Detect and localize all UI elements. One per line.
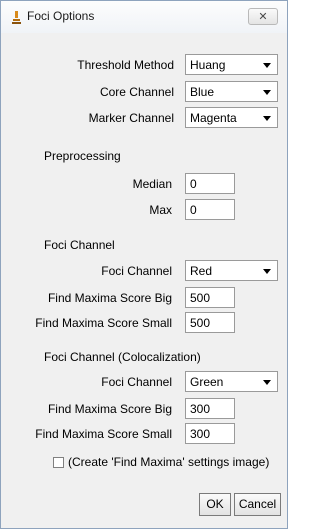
foci-score-big-label: Find Maxima Score Big — [47, 291, 172, 305]
coloc-channel-value: Green — [190, 375, 224, 389]
threshold-method-select[interactable]: Huang — [185, 54, 278, 75]
dialog-body: Threshold Method Huang Core Channel Blue… — [9, 33, 281, 520]
foci-score-small-field[interactable]: 500 — [185, 312, 235, 333]
coloc-score-small-field[interactable]: 300 — [185, 423, 235, 444]
coloc-channel-label: Foci Channel — [101, 375, 172, 389]
chevron-down-icon — [263, 380, 271, 385]
median-field[interactable]: 0 — [185, 173, 235, 194]
coloc-score-big-field[interactable]: 300 — [185, 398, 235, 419]
max-value: 0 — [190, 203, 197, 217]
foci-score-big-value: 500 — [190, 291, 211, 305]
microscope-icon — [12, 11, 21, 24]
coloc-score-big-label: Find Maxima Score Big — [47, 402, 172, 416]
foci-channel-label: Foci Channel — [101, 264, 172, 278]
coloc-heading: Foci Channel (Colocalization) — [44, 350, 201, 364]
marker-channel-select[interactable]: Magenta — [185, 107, 278, 128]
marker-channel-label: Marker Channel — [88, 111, 174, 125]
cancel-button[interactable]: Cancel — [234, 493, 281, 516]
foci-channel-select[interactable]: Red — [185, 260, 278, 281]
marker-channel-value: Magenta — [190, 111, 237, 125]
core-channel-select[interactable]: Blue — [185, 81, 278, 102]
chevron-down-icon — [263, 63, 271, 68]
chevron-down-icon — [263, 116, 271, 121]
median-value: 0 — [190, 177, 197, 191]
foci-channel-value: Red — [190, 264, 213, 278]
core-channel-label: Core Channel — [99, 85, 174, 99]
coloc-channel-select[interactable]: Green — [185, 371, 278, 392]
close-icon: ✕ — [258, 11, 268, 23]
ok-button[interactable]: OK — [199, 493, 231, 516]
settings-image-checkbox[interactable] — [53, 457, 64, 468]
window-title: Foci Options — [27, 9, 95, 23]
foci-score-small-label: Find Maxima Score Small — [35, 316, 172, 330]
chevron-down-icon — [263, 90, 271, 95]
foci-channel-heading: Foci Channel — [44, 238, 115, 252]
settings-image-checkbox-label[interactable]: (Create 'Find Maxima' settings image) — [68, 455, 269, 469]
max-label: Max — [149, 203, 172, 217]
close-button[interactable]: ✕ — [248, 8, 278, 25]
threshold-method-label: Threshold Method — [77, 58, 174, 72]
chevron-down-icon — [263, 269, 271, 274]
coloc-score-big-value: 300 — [190, 402, 211, 416]
foci-score-big-field[interactable]: 500 — [185, 287, 235, 308]
preprocessing-heading: Preprocessing — [44, 149, 121, 163]
foci-score-small-value: 500 — [190, 316, 211, 330]
foci-options-dialog: Foci Options ✕ Threshold Method Huang Co… — [0, 0, 288, 529]
threshold-method-value: Huang — [190, 58, 226, 72]
coloc-score-small-label: Find Maxima Score Small — [35, 427, 172, 441]
median-label: Median — [132, 177, 172, 191]
coloc-score-small-value: 300 — [190, 427, 211, 441]
max-field[interactable]: 0 — [185, 199, 235, 220]
core-channel-value: Blue — [190, 85, 215, 99]
title-bar: Foci Options ✕ — [1, 1, 287, 33]
